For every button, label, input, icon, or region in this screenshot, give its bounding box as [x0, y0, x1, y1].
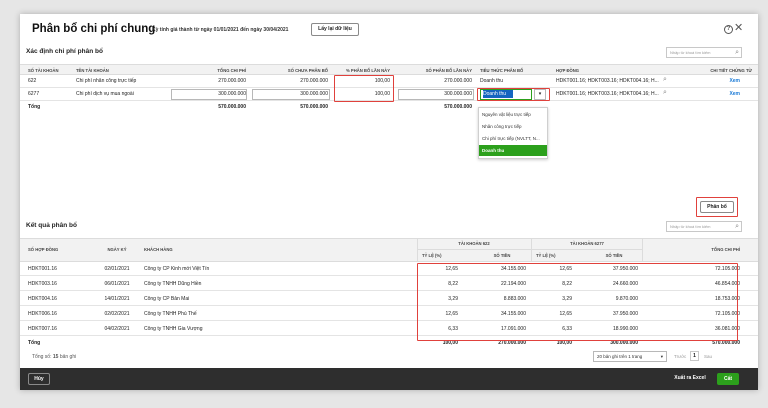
- dropdown-option-selected[interactable]: Doanh thu: [479, 145, 547, 156]
- contract-number: HDKT006.16: [28, 311, 57, 317]
- criteria-dropdown: Nguyên vật liệu trực tiếp Nhân công trực…: [478, 107, 548, 159]
- criteria-value[interactable]: Doanh thu: [480, 76, 550, 86]
- account-number: 622: [28, 78, 37, 84]
- refresh-data-button[interactable]: Lấy lại dữ liệu: [311, 23, 359, 36]
- sign-date: 04/02/2021: [104, 326, 130, 332]
- contract-number: HDKT004.16: [28, 296, 57, 302]
- allocation-section-title: Xác định chi phí phân bổ: [26, 48, 103, 55]
- allocation-search-input[interactable]: Nhập từ khoá tìm kiếm ⌕: [666, 47, 742, 58]
- col-amount-6277: SỐ TIỀN: [605, 253, 623, 258]
- allocate-button[interactable]: Phân bổ: [700, 201, 734, 213]
- result-section-title: Kết quả phân bổ: [26, 222, 77, 229]
- contracts-value: HDKT001.16; HDKT003.16; HDKT004.16; H...: [556, 78, 659, 84]
- customer-name: Công ty CP Bản Mai: [144, 296, 190, 302]
- next-page-button[interactable]: Sau: [704, 354, 712, 359]
- total-cost-sum: 570.000.000: [218, 104, 246, 110]
- dropdown-option[interactable]: Nguyên vật liệu trực tiếp: [479, 109, 547, 120]
- search-icon[interactable]: ⌕: [663, 88, 671, 98]
- allocation-search-placeholder: Nhập từ khoá tìm kiếm: [670, 50, 711, 55]
- allocation-total-row: Tổng 570.000.000 570.000.000 570.000.000: [20, 101, 758, 114]
- search-icon: ⌕: [735, 223, 739, 230]
- result-search-placeholder: Nhập từ khoá tìm kiếm: [670, 224, 711, 229]
- sign-date: 02/02/2021: [104, 311, 130, 317]
- amount-value: 300.000.000: [444, 91, 472, 97]
- view-detail-link[interactable]: Xem: [700, 76, 740, 86]
- view-detail-link[interactable]: Xem: [700, 89, 740, 99]
- col-total-cost: TỔNG CHI PHÍ: [711, 247, 740, 252]
- percent-highlight: [334, 75, 394, 102]
- group-account-622: TÀI KHOẢN 622: [458, 241, 490, 246]
- contracts-value: HDKT001.16; HDKT003.16; HDKT004.16; H...: [556, 91, 659, 97]
- total-cost: 270.000.000: [218, 78, 246, 84]
- amount-value: 270.000.000: [444, 78, 472, 84]
- dialog-footer: Hủy Xuất ra Excel Cất: [20, 368, 758, 390]
- account-number: 6277: [28, 91, 40, 97]
- help-icon[interactable]: ?: [724, 25, 733, 34]
- contract-number: HDKT007.16: [28, 326, 57, 332]
- allocation-table-header: SỐ TÀI KHOẢN TÊN TÀI KHOẢN TỔNG CHI PHÍ …: [20, 64, 758, 75]
- search-icon[interactable]: ⌕: [663, 75, 671, 85]
- account-name: Chi phí nhân công trực tiếp: [76, 78, 137, 84]
- customer-name: Công ty TNHH Gia Vượng: [144, 326, 203, 332]
- page-size-value: 20 bản ghi trên 1 trang: [597, 354, 643, 359]
- dialog-header: Phân bổ chi phí chung Kỳ tính giá thành …: [20, 14, 758, 48]
- contract-number: HDKT003.16: [28, 281, 57, 287]
- record-count-value: 15: [52, 354, 59, 360]
- total-label: Tổng: [28, 104, 41, 110]
- current-page[interactable]: 1: [690, 351, 699, 361]
- customer-name: Công ty TNHH Phú Thế: [144, 311, 197, 317]
- unallocated-amount: 300.000.000: [300, 91, 328, 97]
- chevron-down-icon: ▾: [660, 354, 663, 359]
- account-name: Chi phí dịch vụ mua ngoài: [76, 91, 134, 97]
- total-label: Tổng: [28, 340, 41, 346]
- dropdown-option[interactable]: Nhân công trực tiếp: [479, 121, 547, 132]
- allocation-dialog: Phân bổ chi phí chung Kỳ tính giá thành …: [20, 14, 758, 390]
- period-label: Kỳ tính giá thành từ ngày 01/01/2021 đến…: [152, 27, 289, 33]
- save-button[interactable]: Cất: [717, 373, 739, 385]
- record-prefix: Tổng số:: [32, 354, 52, 360]
- result-search-input[interactable]: Nhập từ khoá tìm kiếm ⌕: [666, 221, 742, 232]
- unallocated-sum: 570.000.000: [300, 104, 328, 110]
- dialog-title: Phân bổ chi phí chung: [32, 23, 156, 35]
- page-size-select[interactable]: 20 bản ghi trên 1 trang ▾: [593, 351, 667, 362]
- result-highlight: [417, 263, 738, 341]
- export-excel-button[interactable]: Xuất ra Excel: [670, 373, 710, 385]
- amount-sum: 570.000.000: [444, 104, 472, 110]
- sign-date: 02/01/2021: [104, 266, 130, 272]
- col-ratio-622: TỶ LỆ (%): [422, 253, 442, 258]
- record-count: Tổng số: 15 bản ghi: [32, 354, 76, 360]
- col-customer: KHÁCH HÀNG: [144, 247, 173, 252]
- total-cost: 300.000.000: [218, 91, 246, 97]
- search-icon: ⌕: [735, 49, 739, 56]
- sign-date: 06/01/2021: [104, 281, 130, 287]
- customer-name: Công ty TNHH Dũng Hiền: [144, 281, 202, 287]
- dropdown-option[interactable]: Chi phí trực tiếp (NVLTT, N...: [479, 133, 547, 144]
- cancel-button[interactable]: Hủy: [28, 373, 50, 385]
- record-suffix: bản ghi: [59, 354, 77, 360]
- contract-number: HDKT001.16: [28, 266, 57, 272]
- col-contract-number: SỐ HỢP ĐỒNG: [28, 247, 59, 252]
- customer-name: Công ty CP Kinh mới Việt Tín: [144, 266, 210, 272]
- col-amount-622: SỐ TIỀN: [493, 253, 511, 258]
- close-icon[interactable]: ✕: [734, 22, 743, 34]
- sign-date: 14/01/2021: [104, 296, 130, 302]
- prev-page-button[interactable]: Trước: [674, 354, 686, 359]
- unallocated-amount: 270.000.000: [300, 78, 328, 84]
- criteria-highlight: [477, 88, 550, 101]
- col-ratio-6277: TỶ LỆ (%): [536, 253, 556, 258]
- group-account-6277: TÀI KHOẢN 6277: [570, 241, 604, 246]
- col-sign-date: NGÀY KÝ: [107, 247, 127, 252]
